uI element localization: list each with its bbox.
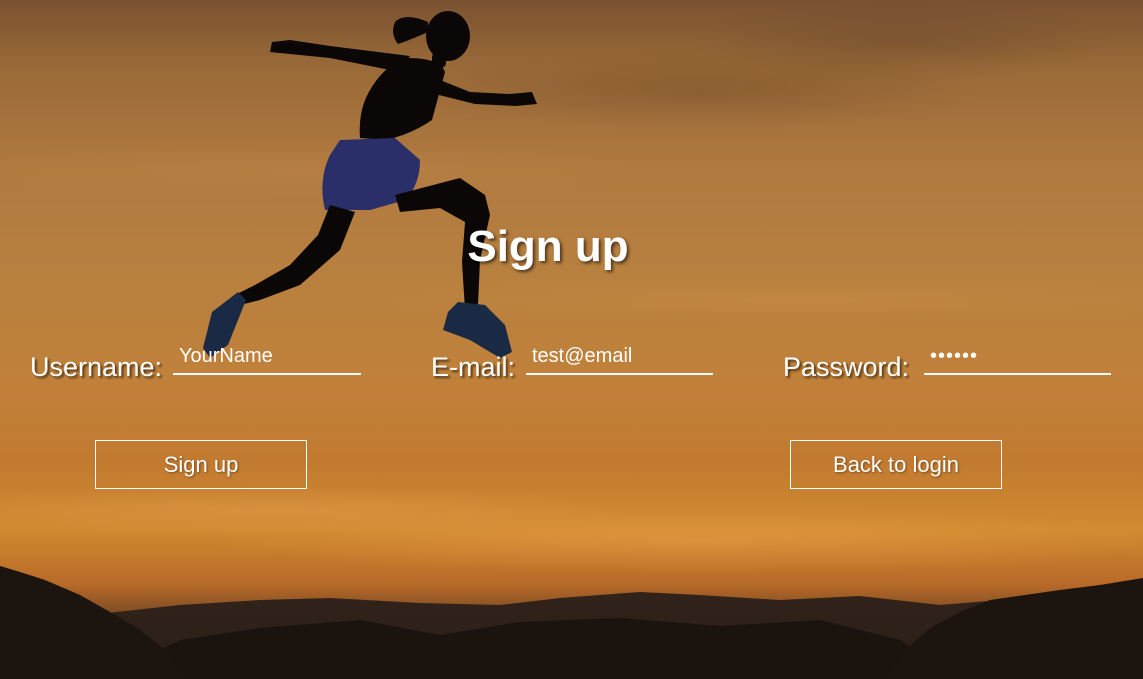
username-input[interactable] xyxy=(173,343,361,375)
signup-button[interactable]: Sign up xyxy=(95,440,307,489)
background-scene xyxy=(0,11,1143,679)
password-input[interactable] xyxy=(924,343,1111,375)
page-title: Sign up xyxy=(467,222,629,271)
email-input[interactable] xyxy=(526,343,713,375)
runner-silhouette-icon xyxy=(203,11,537,358)
password-label: Password: xyxy=(783,352,910,382)
back-to-login-button[interactable]: Back to login xyxy=(790,440,1002,489)
email-label: E-mail: xyxy=(431,352,516,382)
username-label: Username: xyxy=(30,352,163,382)
